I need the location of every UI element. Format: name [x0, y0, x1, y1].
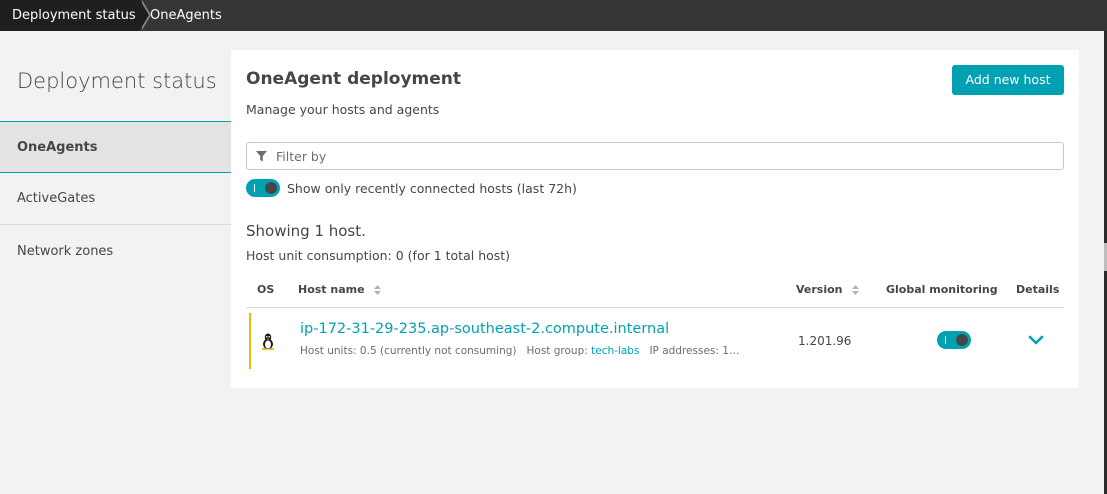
host-count: Showing 1 host. [246, 222, 366, 240]
toggle-knob [265, 182, 277, 194]
sidebar-item-activegates[interactable]: ActiveGates [0, 173, 231, 225]
filter-icon [256, 151, 267, 162]
column-header-host-name[interactable]: Host name [298, 283, 382, 296]
column-header-details: Details [1016, 283, 1060, 296]
filter-box[interactable] [246, 142, 1064, 170]
chevron-down-icon[interactable] [1028, 334, 1044, 346]
host-group-link[interactable]: tech-labs [591, 345, 639, 357]
host-group-label: Host group: [526, 345, 588, 357]
row-status-indicator [249, 313, 251, 369]
global-monitoring-toggle[interactable] [937, 331, 971, 349]
column-header-version-label: Version [796, 283, 843, 296]
host-details-summary: Host units: 0.5 (currently not consuming… [300, 345, 745, 357]
host-units: Host units: 0.5 (currently not consuming… [300, 345, 517, 357]
linux-icon [261, 333, 275, 350]
toggle-on-mark [254, 184, 255, 192]
sort-icon [852, 285, 860, 295]
column-header-os: OS [257, 283, 275, 296]
recent-hosts-toggle-label: Show only recently connected hosts (last… [287, 181, 577, 196]
add-new-host-button[interactable]: Add new host [952, 65, 1064, 95]
sidebar-title: Deployment status [17, 69, 217, 93]
breadcrumb-deployment-status[interactable]: Deployment status [0, 0, 151, 31]
breadcrumb: Deployment status OneAgents [0, 0, 1107, 31]
toggle-knob [956, 334, 968, 346]
host-unit-consumption: Host unit consumption: 0 (for 1 total ho… [246, 248, 511, 263]
toggle-on-mark [945, 336, 946, 344]
page-subtitle: Manage your hosts and agents [246, 102, 440, 117]
deployment-card: OneAgent deployment Manage your hosts an… [231, 50, 1079, 388]
breadcrumb-oneagents[interactable]: OneAgents [150, 0, 222, 31]
host-version: 1.201.96 [798, 334, 852, 348]
sidebar-item-oneagents[interactable]: OneAgents [0, 121, 231, 173]
recent-hosts-toggle[interactable] [246, 179, 280, 197]
page-title: OneAgent deployment [246, 69, 462, 89]
sidebar-item-network-zones[interactable]: Network zones [0, 226, 231, 278]
column-header-global-monitoring: Global monitoring [886, 283, 998, 296]
ip-addresses: IP addresses: 172.31… [649, 345, 745, 357]
table-header-divider [246, 307, 1064, 308]
filter-input[interactable] [276, 146, 1046, 166]
column-header-host-name-label: Host name [298, 283, 365, 296]
sort-icon [374, 285, 382, 295]
column-header-version[interactable]: Version [796, 283, 860, 296]
host-name-link[interactable]: ip-172-31-29-235.ap-southeast-2.compute.… [300, 321, 669, 337]
